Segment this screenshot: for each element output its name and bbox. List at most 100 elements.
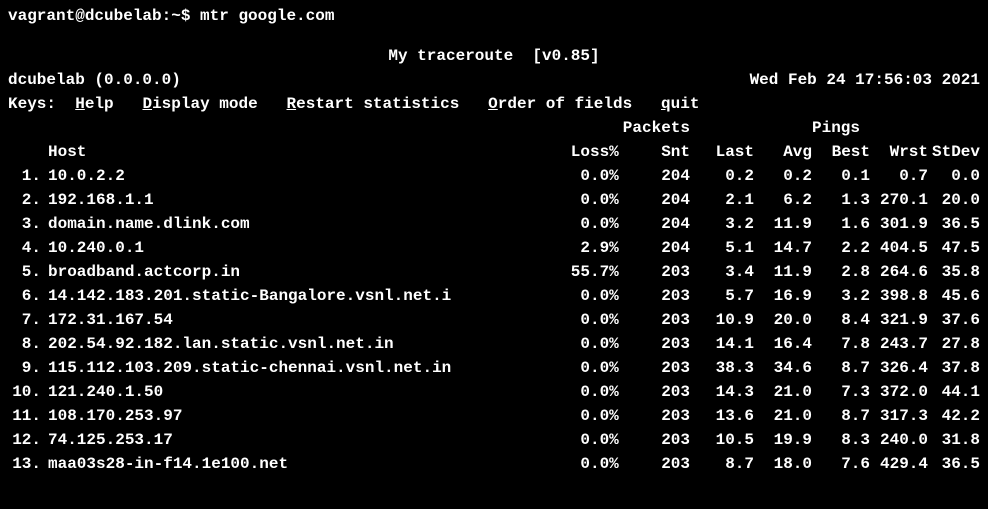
- hop-wrst: 321.9: [870, 308, 928, 332]
- hop-wrst: 0.7: [870, 164, 928, 188]
- hop-wrst: 372.0: [870, 380, 928, 404]
- hop-snt: 204: [619, 188, 690, 212]
- hop-number: 5.: [8, 260, 42, 284]
- hop-wrst: 301.9: [870, 212, 928, 236]
- keys-prefix: Keys:: [8, 95, 75, 113]
- column-header-row: Host Loss% Snt Last Avg Best Wrst StDev: [8, 140, 980, 164]
- display-key[interactable]: D: [142, 95, 152, 113]
- timestamp: Wed Feb 24 17:56:03 2021: [750, 68, 980, 92]
- hop-best: 3.2: [812, 284, 870, 308]
- hop-avg: 18.0: [754, 452, 812, 476]
- restart-label: estart statistics: [296, 95, 459, 113]
- hop-stdev: 35.8: [928, 260, 980, 284]
- hop-stdev: 47.5: [928, 236, 980, 260]
- hop-best: 7.3: [812, 380, 870, 404]
- hop-host: 202.54.92.182.lan.static.vsnl.net.in: [42, 332, 555, 356]
- hop-snt: 203: [619, 380, 690, 404]
- hop-loss: 0.0%: [555, 428, 619, 452]
- hop-snt: 203: [619, 332, 690, 356]
- hop-best: 7.8: [812, 332, 870, 356]
- hop-last: 2.1: [690, 188, 754, 212]
- hop-number: 13.: [8, 452, 42, 476]
- hop-best: 2.8: [812, 260, 870, 284]
- hop-avg: 0.2: [754, 164, 812, 188]
- hop-host: broadband.actcorp.in: [42, 260, 555, 284]
- hop-row: 13.maa03s28-in-f14.1e100.net0.0%2038.718…: [8, 452, 980, 476]
- hop-loss: 2.9%: [555, 236, 619, 260]
- hop-wrst: 398.8: [870, 284, 928, 308]
- hop-avg: 11.9: [754, 260, 812, 284]
- hop-number: 6.: [8, 284, 42, 308]
- hop-number: 8.: [8, 332, 42, 356]
- hop-snt: 203: [619, 452, 690, 476]
- hop-avg: 20.0: [754, 308, 812, 332]
- hop-wrst: 317.3: [870, 404, 928, 428]
- hop-loss: 0.0%: [555, 284, 619, 308]
- hop-avg: 16.9: [754, 284, 812, 308]
- hop-last: 5.7: [690, 284, 754, 308]
- hop-number: 7.: [8, 308, 42, 332]
- hop-last: 0.2: [690, 164, 754, 188]
- hop-row: 4.10.240.0.12.9%2045.114.72.2404.547.5: [8, 236, 980, 260]
- hop-stdev: 37.8: [928, 356, 980, 380]
- help-label: elp: [85, 95, 114, 113]
- hop-last: 38.3: [690, 356, 754, 380]
- section-pings: Pings: [812, 116, 870, 140]
- hop-host: 74.125.253.17: [42, 428, 555, 452]
- hop-last: 14.3: [690, 380, 754, 404]
- hop-best: 1.3: [812, 188, 870, 212]
- order-label: rder of fields: [498, 95, 632, 113]
- hop-number: 2.: [8, 188, 42, 212]
- col-wrst: Wrst: [870, 140, 928, 164]
- hop-stdev: 36.5: [928, 452, 980, 476]
- hop-snt: 204: [619, 164, 690, 188]
- hop-host: 10.0.2.2: [42, 164, 555, 188]
- col-best: Best: [812, 140, 870, 164]
- hop-wrst: 270.1: [870, 188, 928, 212]
- hop-wrst: 404.5: [870, 236, 928, 260]
- hop-loss: 0.0%: [555, 164, 619, 188]
- hop-wrst: 240.0: [870, 428, 928, 452]
- hop-host: 10.240.0.1: [42, 236, 555, 260]
- hop-snt: 203: [619, 260, 690, 284]
- hop-loss: 0.0%: [555, 356, 619, 380]
- hop-last: 3.2: [690, 212, 754, 236]
- hop-row: 5.broadband.actcorp.in55.7%2033.411.92.8…: [8, 260, 980, 284]
- hop-snt: 203: [619, 308, 690, 332]
- hop-host: 121.240.1.50: [42, 380, 555, 404]
- hop-stdev: 0.0: [928, 164, 980, 188]
- quit-key[interactable]: q: [661, 95, 671, 113]
- shell-prompt: vagrant@dcubelab:~$ mtr google.com: [8, 4, 980, 28]
- hop-avg: 34.6: [754, 356, 812, 380]
- restart-key[interactable]: R: [287, 95, 297, 113]
- hop-best: 8.7: [812, 404, 870, 428]
- hop-loss: 0.0%: [555, 452, 619, 476]
- hop-avg: 11.9: [754, 212, 812, 236]
- hop-best: 2.2: [812, 236, 870, 260]
- hop-stdev: 37.6: [928, 308, 980, 332]
- hop-host: 14.142.183.201.static-Bangalore.vsnl.net…: [42, 284, 555, 308]
- hop-snt: 203: [619, 404, 690, 428]
- order-key[interactable]: O: [488, 95, 498, 113]
- hop-wrst: 326.4: [870, 356, 928, 380]
- hop-last: 13.6: [690, 404, 754, 428]
- hop-avg: 14.7: [754, 236, 812, 260]
- hop-wrst: 243.7: [870, 332, 928, 356]
- hop-snt: 203: [619, 284, 690, 308]
- hop-stdev: 36.5: [928, 212, 980, 236]
- hop-stdev: 20.0: [928, 188, 980, 212]
- hop-host: 108.170.253.97: [42, 404, 555, 428]
- hop-best: 8.3: [812, 428, 870, 452]
- hop-row: 1.10.0.2.20.0%2040.20.20.10.70.0: [8, 164, 980, 188]
- hop-best: 8.4: [812, 308, 870, 332]
- hop-number: 4.: [8, 236, 42, 260]
- hop-host: 115.112.103.209.static-chennai.vsnl.net.…: [42, 356, 555, 380]
- col-stdev: StDev: [928, 140, 980, 164]
- hop-last: 5.1: [690, 236, 754, 260]
- hop-best: 1.6: [812, 212, 870, 236]
- hop-host: 172.31.167.54: [42, 308, 555, 332]
- col-loss: Loss%: [555, 140, 619, 164]
- hop-number: 9.: [8, 356, 42, 380]
- hop-stdev: 42.2: [928, 404, 980, 428]
- help-key[interactable]: H: [75, 95, 85, 113]
